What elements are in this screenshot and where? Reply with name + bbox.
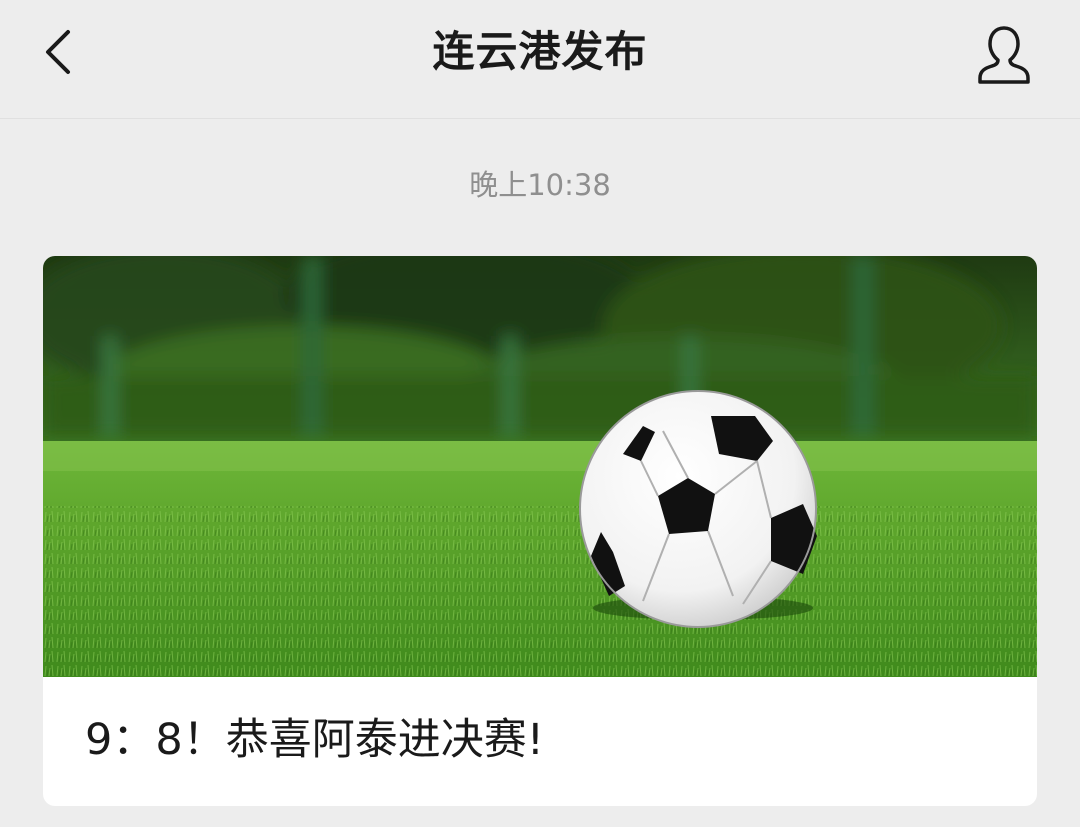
- profile-button[interactable]: [968, 20, 1040, 90]
- article-card[interactable]: 9：8！恭喜阿泰进决赛!: [43, 256, 1037, 806]
- article-title: 9：8！恭喜阿泰进决赛!: [85, 715, 544, 765]
- nav-bar: 连云港发布: [0, 0, 1080, 119]
- article-cover-image: [43, 256, 1037, 677]
- page-title: 连云港发布: [432, 27, 648, 76]
- message-timestamp: 晚上10:38: [469, 168, 611, 202]
- chat-page: 连云港发布 晚上10:38 9：8！恭喜阿泰进决赛!: [0, 0, 1080, 827]
- user-profile-icon: [978, 26, 1030, 84]
